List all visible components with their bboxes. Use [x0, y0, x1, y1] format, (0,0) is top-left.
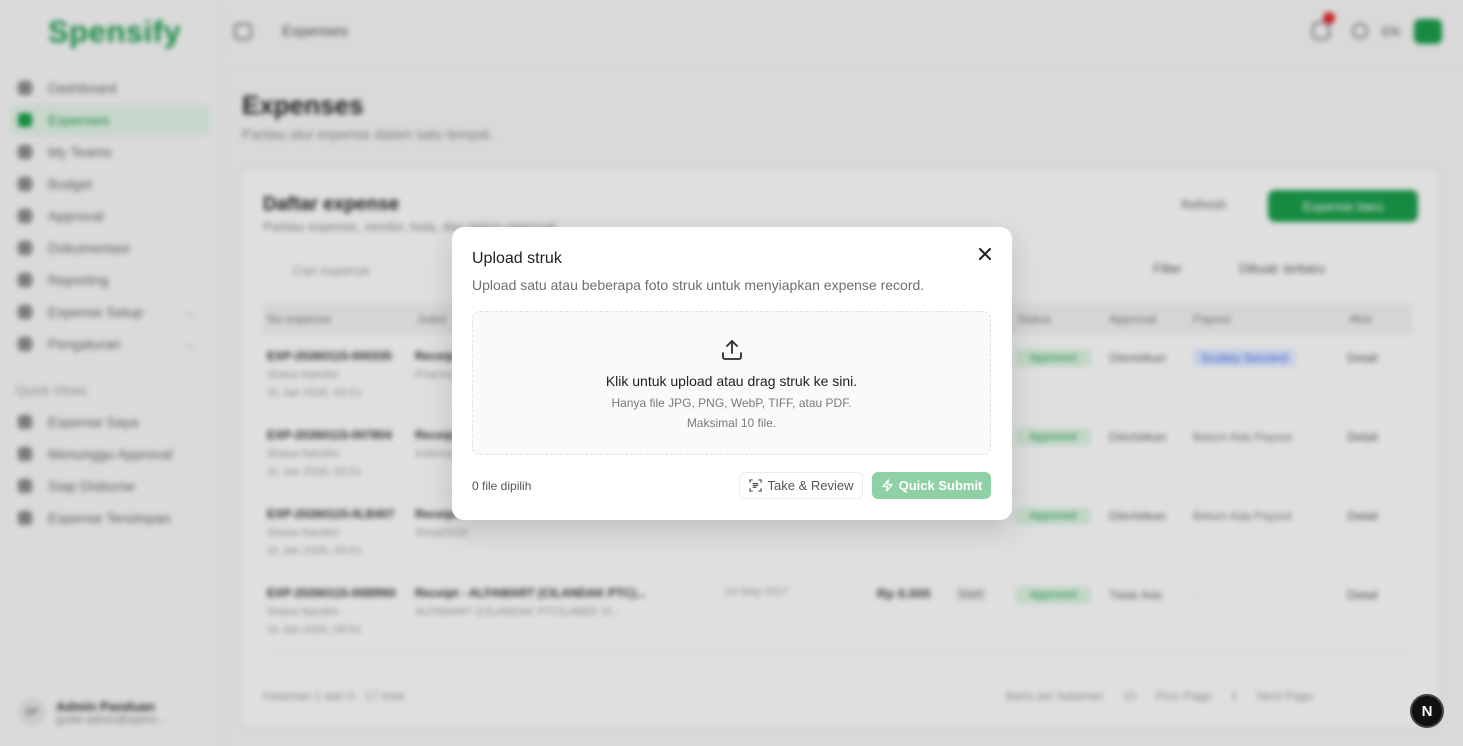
- dropzone-max-files: Maksimal 10 file.: [686, 416, 777, 430]
- quick-submit-button[interactable]: Quick Submit: [872, 472, 991, 499]
- take-review-button[interactable]: Take & Review: [739, 472, 863, 499]
- dropzone-main-text: Klik untuk upload atau drag struk ke sin…: [605, 373, 858, 389]
- nextjs-dev-badge[interactable]: N: [1410, 694, 1444, 728]
- upload-receipt-dialog: Upload struk Upload satu atau beberapa f…: [452, 227, 1012, 520]
- lightning-icon: [881, 479, 893, 492]
- dialog-description: Upload satu atau beberapa foto struk unt…: [472, 277, 925, 293]
- close-icon: [979, 248, 991, 260]
- dialog-title: Upload struk: [472, 250, 562, 267]
- quick-submit-label: Quick Submit: [898, 478, 983, 493]
- dropzone-file-types: Hanya file JPG, PNG, WebP, TIFF, atau PD…: [611, 396, 852, 410]
- upload-icon: [722, 340, 742, 360]
- close-button[interactable]: [974, 243, 996, 265]
- scan-icon: [748, 479, 762, 492]
- upload-dropzone[interactable]: Klik untuk upload atau drag struk ke sin…: [472, 311, 991, 455]
- file-count: 0 file dipilih: [472, 479, 532, 493]
- take-review-label: Take & Review: [767, 478, 854, 493]
